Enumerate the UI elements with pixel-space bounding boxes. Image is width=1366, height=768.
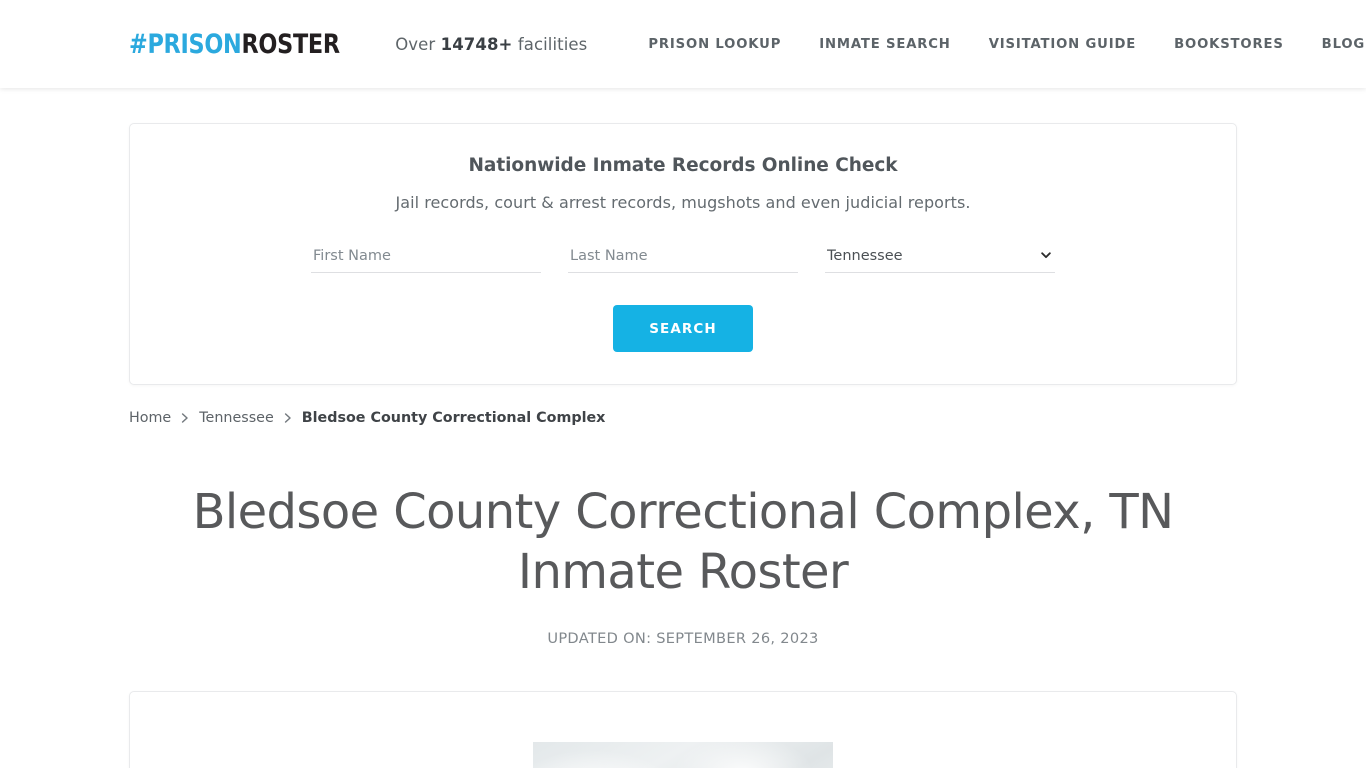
breadcrumb-chevron-icon-2 <box>274 412 302 424</box>
nav-item-prison-lookup[interactable]: PRISON LOOKUP <box>629 37 800 52</box>
state-field-wrap: Tennessee <box>825 245 1055 273</box>
updated-on-text: UPDATED ON: SEPTEMBER 26, 2023 <box>547 630 819 647</box>
facilities-count-text: Over 14748+ facilities <box>395 35 587 54</box>
site-header: #PRISONROSTER Over 14748+ facilities PRI… <box>0 0 1366 88</box>
logo-text-roster: ROSTER <box>241 28 340 60</box>
search-card-title: Nationwide Inmate Records Online Check <box>468 155 898 176</box>
header-inner: #PRISONROSTER Over 14748+ facilities PRI… <box>129 0 1364 88</box>
breadcrumb: Home Tennessee Bledsoe County Correction… <box>129 410 1237 426</box>
logo-text-prison: #PRISON <box>129 28 242 60</box>
search-fields-row: Tennessee <box>160 245 1206 273</box>
breadcrumb-chevron-icon-1 <box>171 412 199 424</box>
site-logo[interactable]: #PRISONROSTER <box>129 31 340 58</box>
last-name-field-wrap <box>568 245 798 273</box>
facility-photo <box>533 742 833 768</box>
page-title: Bledsoe County Correctional Complex, TN … <box>192 484 1174 600</box>
facility-content-card <box>129 691 1237 768</box>
first-name-input[interactable] <box>311 245 541 273</box>
breadcrumb-item-home[interactable]: Home <box>129 410 171 426</box>
first-name-field-wrap <box>311 245 541 273</box>
nav-item-visitation-guide[interactable]: VISITATION GUIDE <box>970 37 1155 52</box>
page-body: Nationwide Inmate Records Online Check J… <box>0 123 1366 768</box>
facilities-suffix: facilities <box>512 34 588 54</box>
nav-item-bookstores[interactable]: BOOKSTORES <box>1155 37 1303 52</box>
facilities-count: 14748+ <box>440 34 513 54</box>
state-select[interactable]: Tennessee <box>825 245 1055 273</box>
breadcrumb-item-tennessee[interactable]: Tennessee <box>199 410 274 426</box>
search-button[interactable]: SEARCH <box>613 305 753 352</box>
inmate-search-card: Nationwide Inmate Records Online Check J… <box>129 123 1237 385</box>
last-name-input[interactable] <box>568 245 798 273</box>
facilities-prefix: Over <box>395 34 441 54</box>
breadcrumb-item-current: Bledsoe County Correctional Complex <box>301 410 606 426</box>
nav-item-inmate-search[interactable]: INMATE SEARCH <box>800 37 969 52</box>
content-container: Nationwide Inmate Records Online Check J… <box>129 123 1237 768</box>
search-button-row: SEARCH <box>160 305 1206 352</box>
main-navigation: PRISON LOOKUP INMATE SEARCH VISITATION G… <box>629 37 1366 52</box>
search-card-subtitle: Jail records, court & arrest records, mu… <box>395 193 971 212</box>
nav-item-blog[interactable]: BLOG <box>1303 37 1366 52</box>
